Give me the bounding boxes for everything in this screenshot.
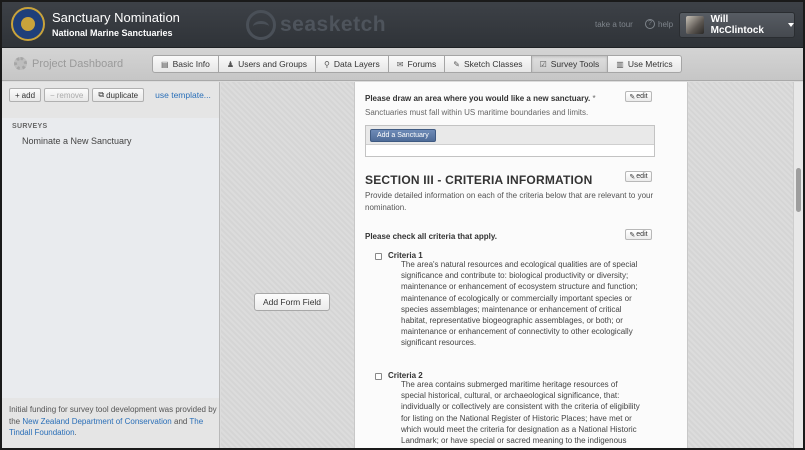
check-icon: ☑ (539, 59, 547, 69)
criteria-option: Criteria 2 The area contains submerged m… (375, 371, 655, 448)
minus-icon: − (50, 90, 55, 100)
section-description: Provide detailed information on each of … (365, 191, 654, 212)
add-sanctuary-button[interactable]: Add a Sanctuary (370, 129, 436, 142)
sketch-toolbar: Add a Sanctuary (366, 126, 654, 145)
survey-sidebar: + add − remove ⧉ duplicate use template... … (2, 82, 220, 448)
draw-question-text: Please draw an area where you would like… (365, 94, 591, 103)
take-a-tour-link[interactable]: take a tour (595, 20, 633, 29)
use-template-link[interactable]: use template... (155, 90, 211, 100)
dashboard-title[interactable]: Project Dashboard (14, 57, 123, 70)
funding-note: Initial funding for survey tool developm… (9, 404, 217, 439)
gear-icon (14, 57, 27, 70)
pencil-icon: ✎ (453, 59, 460, 69)
top-bar: Sanctuary Nomination National Marine San… (2, 2, 803, 48)
tab-label: Survey Tools (550, 59, 600, 69)
remove-label: remove (56, 90, 84, 100)
sketch-field: Add a Sanctuary (365, 125, 655, 157)
bar-chart-icon: ▥ (616, 59, 624, 69)
sanctuary-seal-logo (11, 7, 45, 41)
edit-button[interactable]: ✎ edit (625, 171, 652, 182)
seasketch-logo[interactable]: seasketch (246, 8, 386, 42)
tab-label: Basic Info (172, 59, 210, 69)
criteria-option: Criteria 1 The area's natural resources … (375, 251, 655, 361)
chat-icon: ✉ (396, 59, 404, 69)
copy-icon: ⧉ (98, 90, 105, 99)
edit-label: edit (636, 231, 648, 238)
pencil-icon: ✎ (629, 231, 636, 239)
tab-users-and-groups[interactable]: ♟ Users and Groups (218, 55, 317, 73)
draw-hint: Sanctuaries must fall within US maritime… (365, 108, 589, 117)
tab-survey-tools[interactable]: ☑ Survey Tools (531, 55, 609, 73)
add-label: add (21, 90, 36, 100)
surveys-heading: SURVEYS (12, 123, 48, 130)
edit-label: edit (636, 173, 648, 180)
draw-question: Please draw an area where you would like… (365, 94, 596, 103)
avatar (686, 16, 704, 34)
survey-form-preview: Please draw an area where you would like… (354, 82, 688, 448)
app-title: Sanctuary Nomination (52, 10, 180, 25)
brand-name: seasketch (280, 13, 387, 36)
duplicate-label: duplicate (106, 90, 139, 100)
edit-button[interactable]: ✎ edit (625, 91, 652, 102)
add-form-field-button[interactable]: Add Form Field (254, 293, 330, 311)
scrollbar-thumb[interactable] (796, 168, 801, 212)
help-icon[interactable]: ? (645, 19, 655, 29)
tab-basic-info[interactable]: ▤ Basic Info (152, 55, 219, 73)
edit-label: edit (636, 93, 648, 100)
wave-logo-icon (246, 10, 276, 40)
surveys-list: SURVEYS Nominate a New Sanctuary (2, 118, 219, 398)
section-title: SECTION III - CRITERIA INFORMATION (365, 173, 593, 187)
tab-label: Users and Groups (238, 59, 308, 69)
plus-icon: + (15, 90, 20, 100)
nz-doc-link[interactable]: New Zealand Department of Conservation (22, 417, 171, 426)
dashboard-bar: Project Dashboard ▤ Basic Info ♟ Users and… (2, 48, 803, 81)
remove-survey-button[interactable]: − remove (44, 88, 90, 102)
help-link[interactable]: help (658, 20, 673, 29)
criteria-checkbox[interactable] (375, 253, 382, 260)
criteria-checkbox[interactable] (375, 373, 382, 380)
tab-data-layers[interactable]: ⚲ Data Layers (316, 55, 389, 73)
funding-suffix: . (74, 428, 77, 437)
required-marker: * (592, 94, 596, 103)
criteria-description: The area's natural resources and ecologi… (401, 260, 638, 348)
tab-use-metrics[interactable]: ▥ Use Metrics (608, 55, 682, 73)
user-icon: ♟ (226, 59, 235, 69)
tab-label: Data Layers (333, 59, 380, 69)
criteria-description: The area contains submerged maritime her… (401, 380, 640, 448)
edit-button[interactable]: ✎ edit (625, 229, 652, 240)
criteria-question: Please check all criteria that apply. (365, 232, 497, 241)
caret-down-icon (788, 23, 794, 27)
map-pin-icon: ⚲ (324, 59, 330, 69)
pencil-icon: ✎ (629, 93, 636, 101)
survey-editor: Add Form Field Please draw an area where… (221, 82, 793, 448)
list-item[interactable]: Nominate a New Sanctuary (22, 136, 132, 146)
tab-label: Sketch Classes (463, 59, 523, 69)
list-icon: ▤ (161, 59, 169, 69)
app-subtitle: National Marine Sanctuaries (52, 28, 173, 38)
tab-forums[interactable]: ✉ Forums (388, 55, 446, 73)
tab-label: Use Metrics (627, 59, 673, 69)
pencil-icon: ✎ (629, 173, 636, 181)
user-name: Will McClintock (710, 14, 764, 36)
dashboard-title-label: Project Dashboard (32, 57, 124, 70)
sidebar-toolbar: + add − remove ⧉ duplicate use template... (2, 82, 219, 108)
tab-label: Forums (407, 59, 437, 69)
duplicate-survey-button[interactable]: ⧉ duplicate (92, 88, 145, 102)
page-scrollbar[interactable] (793, 82, 803, 448)
tab-sketch-classes[interactable]: ✎ Sketch Classes (445, 55, 532, 73)
app-window: Sanctuary Nomination National Marine San… (0, 0, 805, 450)
funding-mid: and (171, 416, 190, 426)
add-survey-button[interactable]: + add (9, 88, 42, 102)
dashboard-tabs: ▤ Basic Info ♟ Users and Groups ⚲ Data Laye… (152, 55, 682, 73)
user-menu-button[interactable]: Will McClintock (679, 12, 795, 38)
